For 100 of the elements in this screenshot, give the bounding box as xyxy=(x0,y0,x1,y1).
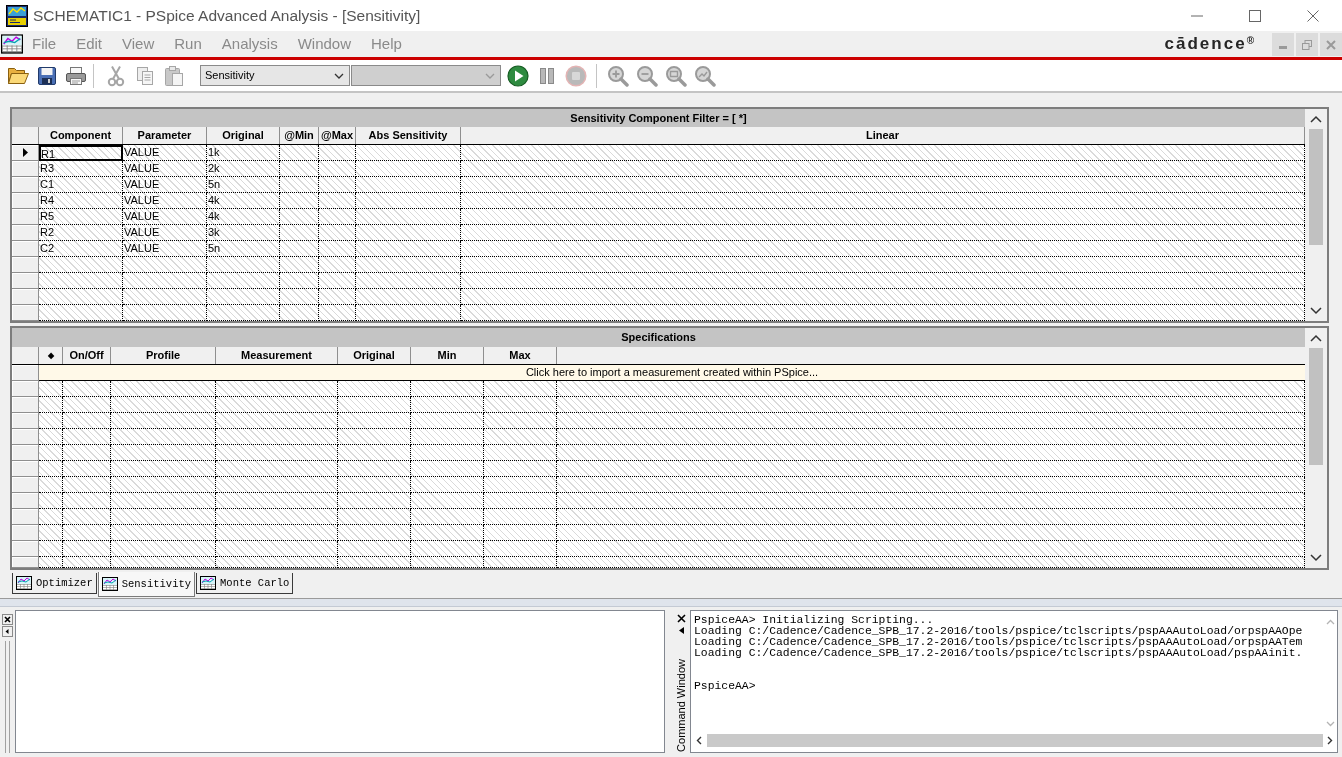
empty-cell xyxy=(319,305,356,321)
empty-cell xyxy=(63,461,111,477)
column-header: Abs Sensitivity xyxy=(356,127,461,144)
empty-cell xyxy=(280,289,319,305)
panel-title: Command Window xyxy=(675,659,687,752)
chevron-right-icon[interactable] xyxy=(1327,736,1333,745)
table-cell: VALUE xyxy=(123,241,207,257)
tab[interactable]: Monte Carlo xyxy=(196,573,294,594)
table-cell: R1 xyxy=(39,145,123,161)
maximize-icon[interactable] xyxy=(1249,9,1261,22)
tab[interactable]: Optimizer xyxy=(12,573,97,594)
close-icon[interactable] xyxy=(2,614,13,625)
empty-cell xyxy=(319,225,356,241)
arrow-left-icon[interactable] xyxy=(678,627,684,634)
table-cell: C1 xyxy=(39,177,123,193)
scrollbar-thumb[interactable] xyxy=(1309,129,1323,245)
close-icon[interactable] xyxy=(676,614,686,623)
empty-cell xyxy=(319,257,356,273)
splitter-bar[interactable] xyxy=(0,598,1342,607)
menu-item[interactable]: File xyxy=(32,35,57,53)
column-header: Original xyxy=(207,127,280,144)
minimize-button[interactable] xyxy=(1272,33,1294,56)
table-cell: C2 xyxy=(39,241,123,257)
restore-button[interactable] xyxy=(1296,33,1318,56)
empty-cell xyxy=(280,305,319,321)
empty-cell xyxy=(63,445,111,461)
empty-cell xyxy=(63,429,111,445)
empty-cell xyxy=(319,193,356,209)
empty-cell xyxy=(63,541,111,557)
window-title: SCHEMATIC1 - PSpice Advanced Analysis - [Sensitivity] xyxy=(33,5,421,26)
chevron-up-icon[interactable] xyxy=(1310,334,1322,342)
row-header[interactable] xyxy=(12,145,39,161)
tab[interactable]: Sensitivity xyxy=(97,572,196,597)
table-cell: VALUE xyxy=(123,161,207,177)
table-cell: 4k xyxy=(207,209,280,225)
empty-cell xyxy=(63,381,111,397)
table-cell: VALUE xyxy=(123,225,207,241)
chevron-up-icon[interactable] xyxy=(1310,115,1322,123)
column-header: @Min xyxy=(280,127,319,144)
table-cell: 1k xyxy=(207,145,280,161)
empty-cell xyxy=(319,161,356,177)
empty-cell xyxy=(280,273,319,289)
empty-cell xyxy=(319,209,356,225)
grip-icon[interactable] xyxy=(5,641,10,753)
column-header: Max xyxy=(484,347,557,364)
empty-cell xyxy=(319,273,356,289)
console-line: Loading C:/Cadence/Cadence_SPB_17.2-2016/tools/pspice/tclscripts/pspAAAutoLoad/pspAAinit. xyxy=(694,648,1304,659)
empty-cell xyxy=(63,477,111,493)
empty-cell xyxy=(63,493,111,509)
empty-cell xyxy=(63,509,111,525)
import-measurement-row[interactable]: Click here to import a measurement created within PSpice... xyxy=(39,365,1305,381)
scrollbar-thumb[interactable] xyxy=(707,734,1323,747)
close-button[interactable] xyxy=(1320,33,1342,56)
chart-icon xyxy=(101,577,118,591)
column-header: @Max xyxy=(319,127,356,144)
caret-icon[interactable] xyxy=(334,72,344,79)
table-cell: VALUE xyxy=(123,209,207,225)
menu-item[interactable]: Analysis xyxy=(221,35,278,53)
table-title: Specifications xyxy=(12,328,1305,347)
empty-cell xyxy=(280,193,319,209)
arrow-left-icon[interactable] xyxy=(2,626,13,637)
menu-item[interactable]: Edit xyxy=(76,35,103,53)
column-header: Profile xyxy=(111,347,216,364)
console-prompt: PspiceAA> xyxy=(694,681,757,692)
console-line: PspiceAA> Initializing Scripting... xyxy=(694,615,935,626)
app-icon xyxy=(6,4,28,27)
table-cell: R4 xyxy=(39,193,123,209)
table-cell: 3k xyxy=(207,225,280,241)
console-line: Loading C:/Cadence/Cadence_SPB_17.2-2016/tools/pspice/tclscripts/pspAAAutoLoad/orpspAAOpe xyxy=(694,626,1304,637)
menu-item[interactable]: View xyxy=(122,35,155,53)
empty-cell xyxy=(319,241,356,257)
column-header: Original xyxy=(338,347,411,364)
empty-cell xyxy=(319,177,356,193)
menu-item[interactable]: Window xyxy=(297,35,352,53)
table-title: Sensitivity Component Filter = [ *] xyxy=(12,109,1305,127)
minimize-icon[interactable] xyxy=(1191,14,1203,17)
chevron-down-icon[interactable] xyxy=(1310,307,1322,315)
table-cell: 4k xyxy=(207,193,280,209)
chart-window-icon[interactable] xyxy=(1,34,23,54)
empty-cell xyxy=(63,557,111,568)
empty-cell xyxy=(63,397,111,413)
empty-cell xyxy=(63,525,111,541)
table-cell: R2 xyxy=(39,225,123,241)
menu-item[interactable]: Help xyxy=(371,35,402,53)
column-header: Component xyxy=(39,127,123,144)
empty-cell xyxy=(280,257,319,273)
chevron-down-icon[interactable] xyxy=(1310,554,1322,562)
restore-icon[interactable] xyxy=(1302,39,1312,50)
analysis-dropdown[interactable]: Sensitivity xyxy=(200,65,350,86)
empty-cell xyxy=(280,241,319,257)
empty-cell xyxy=(280,225,319,241)
table-cell: 2k xyxy=(207,161,280,177)
menu-item[interactable]: Run xyxy=(174,35,202,53)
empty-cell xyxy=(280,161,319,177)
table-cell: R3 xyxy=(39,161,123,177)
chevron-left-icon[interactable] xyxy=(696,736,702,745)
column-header: Parameter xyxy=(123,127,207,144)
scrollbar-thumb[interactable] xyxy=(1309,348,1323,465)
current-row-icon xyxy=(22,148,28,157)
chart-icon xyxy=(200,576,217,590)
